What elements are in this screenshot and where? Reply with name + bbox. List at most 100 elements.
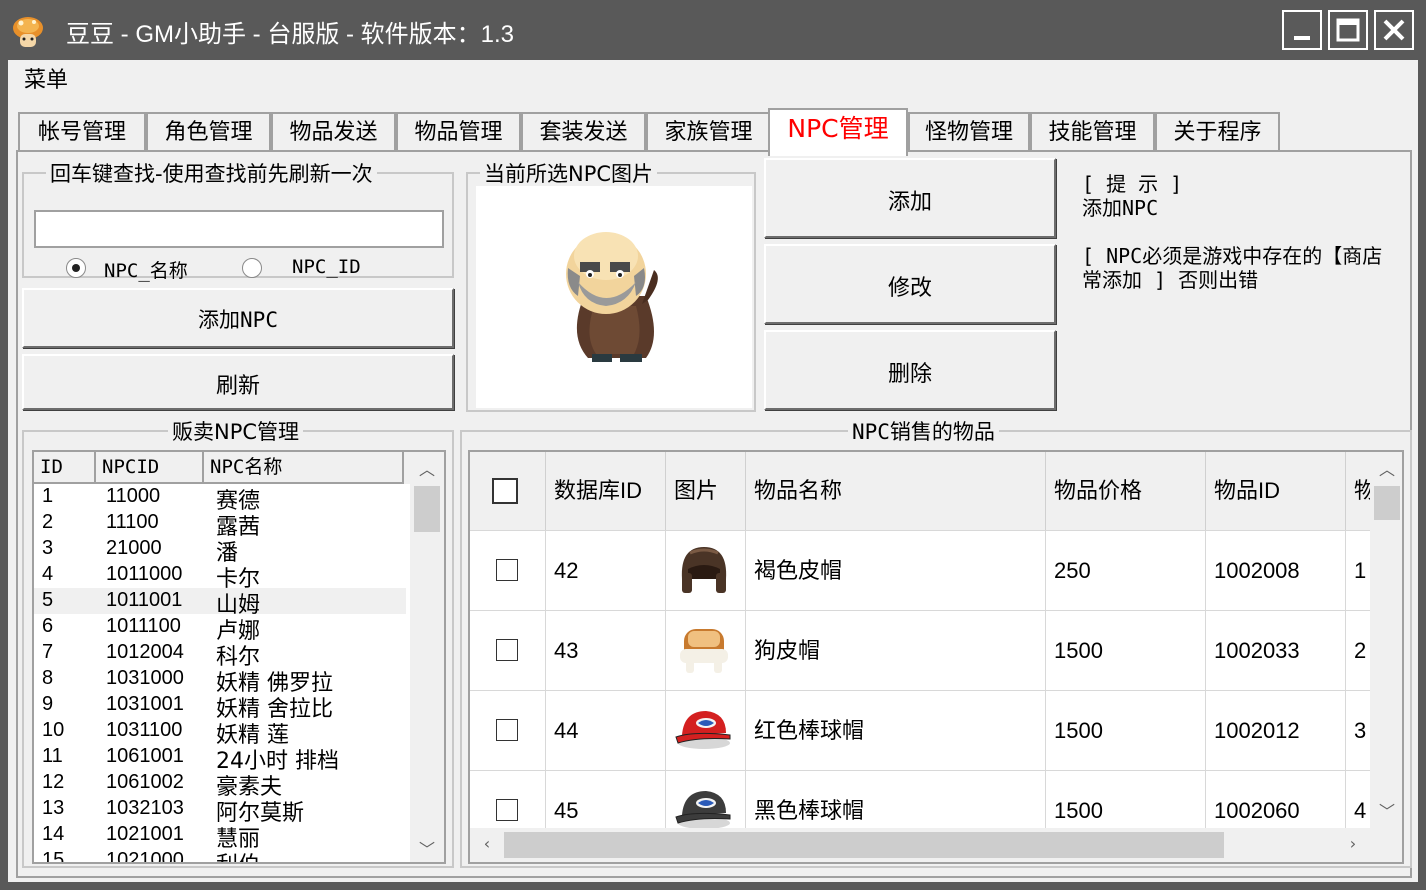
title-bar[interactable]: 豆豆 - GM小助手 - 台服版 - 软件版本：1.3: [0, 0, 1426, 62]
npc-list[interactable]: ID NPCID NPC名称 1 11000 赛德 2 11100 露茜 3 21000 潘 4 1…: [32, 450, 446, 864]
row-checkbox[interactable]: [496, 799, 518, 821]
tab-family[interactable]: 家族管理: [646, 112, 771, 154]
list-item-npcid: 1021001: [106, 823, 184, 845]
list-item-npcid: 11000: [106, 485, 161, 507]
col-header-id[interactable]: ID: [34, 452, 96, 484]
items-grid-vscroll[interactable]: ︿ ﹀: [1370, 452, 1402, 830]
list-item[interactable]: 10 1031100 妖精 莲: [34, 718, 406, 748]
list-item[interactable]: 6 1011100 卢娜: [34, 614, 406, 644]
row-select-cell[interactable]: [470, 531, 546, 611]
npc-picture-box: [476, 186, 752, 408]
list-item-npcid: 11100: [106, 511, 159, 533]
tab-npc[interactable]: NPC管理: [768, 108, 908, 156]
table-row[interactable]: 44 红色棒球帽 1500 1002012 3: [470, 690, 1376, 771]
row-checkbox[interactable]: [496, 719, 518, 741]
list-item[interactable]: 15 1021000 利伯: [34, 847, 406, 864]
cell-item-id: 1002008: [1206, 531, 1346, 611]
cell-item-name: 狗皮帽: [746, 611, 1046, 691]
list-item[interactable]: 14 1021001 慧丽: [34, 822, 406, 852]
radio-npc-id-label[interactable]: NPC_ID: [292, 256, 361, 278]
grid-scroll-down-arrow-icon[interactable]: ﹀: [1372, 798, 1402, 822]
add-button[interactable]: 添加: [764, 158, 1056, 238]
list-item[interactable]: 7 1012004 科尔: [34, 640, 406, 670]
minimize-button[interactable]: [1282, 10, 1322, 50]
list-item-id: 9: [42, 693, 54, 715]
col-header-item-name[interactable]: 物品名称: [746, 452, 1046, 530]
col-header-select-all[interactable]: [470, 452, 546, 530]
tab-item-manage[interactable]: 物品管理: [396, 112, 521, 154]
delete-button[interactable]: 删除: [764, 330, 1056, 410]
tab-set-send[interactable]: 套装发送: [521, 112, 646, 154]
items-grid-hscroll[interactable]: ‹ ›: [470, 828, 1402, 862]
grid-scroll-up-arrow-icon[interactable]: ︿: [1372, 456, 1402, 480]
tab-character[interactable]: 角色管理: [146, 112, 271, 154]
table-row[interactable]: 43 狗皮帽 1500 1002033 2: [470, 610, 1376, 691]
cell-item-name: 红色棒球帽: [746, 691, 1046, 771]
list-item[interactable]: 12 1061002 豪素夫: [34, 770, 406, 800]
tab-account[interactable]: 帐号管理: [18, 112, 146, 154]
search-input[interactable]: [34, 210, 444, 248]
npc-picture-group: 当前所选NPC图片: [466, 158, 756, 412]
close-button[interactable]: [1374, 10, 1414, 50]
tab-item-send[interactable]: 物品发送: [271, 112, 396, 154]
minimize-icon: [1294, 36, 1310, 40]
refresh-button[interactable]: 刷新: [22, 354, 454, 410]
grid-scroll-right-arrow-icon[interactable]: ›: [1338, 834, 1368, 853]
radio-npc-name[interactable]: [66, 258, 86, 278]
scroll-up-arrow-icon[interactable]: ︿: [412, 456, 442, 480]
items-grid-vscroll-thumb[interactable]: [1374, 486, 1400, 520]
list-item-id: 2: [42, 511, 54, 533]
tab-monster[interactable]: 怪物管理: [908, 112, 1030, 154]
list-item[interactable]: 2 11100 露茜: [34, 510, 406, 540]
scroll-down-arrow-icon[interactable]: ﹀: [412, 836, 442, 860]
radio-npc-id[interactable]: [242, 258, 262, 278]
close-icon: [1383, 19, 1405, 41]
col-header-item-price[interactable]: 物品价格: [1046, 452, 1206, 530]
col-header-picture[interactable]: 图片: [666, 452, 746, 530]
add-label: 添加: [887, 190, 932, 215]
list-item[interactable]: 1 11000 赛德: [34, 484, 406, 514]
list-item[interactable]: 4 1011000 卡尔: [34, 562, 406, 592]
brown-leather-hat-icon: [674, 539, 734, 611]
row-checkbox[interactable]: [496, 559, 518, 581]
grid-scroll-left-arrow-icon[interactable]: ‹: [472, 834, 502, 853]
cell-item-id: 1002033: [1206, 611, 1346, 691]
radio-npc-name-label[interactable]: NPC_名称: [104, 256, 188, 283]
add-npc-button[interactable]: 添加NPC: [22, 288, 454, 348]
col-header-npcname[interactable]: NPC名称: [204, 452, 404, 484]
cell-db-id: 44: [546, 691, 666, 771]
maximize-button[interactable]: [1328, 10, 1368, 50]
list-item[interactable]: 3 21000 潘: [34, 536, 406, 566]
col-header-item-id[interactable]: 物品ID: [1206, 452, 1346, 530]
modify-button[interactable]: 修改: [764, 244, 1056, 324]
list-item[interactable]: 5 1011001 山姆: [34, 588, 406, 618]
npc-list-scroll-thumb[interactable]: [414, 486, 440, 532]
cell-item-price: 1500: [1046, 691, 1206, 771]
list-item[interactable]: 13 1032103 阿尔莫斯: [34, 796, 406, 826]
list-item[interactable]: 8 1031000 妖精 佛罗拉: [34, 666, 406, 696]
list-item[interactable]: 9 1031001 妖精 舍拉比: [34, 692, 406, 722]
list-item-npcid: 1021000: [106, 849, 184, 864]
hint-title: [ 提 示 ]: [1082, 172, 1183, 196]
items-grid-hscroll-thumb[interactable]: [504, 832, 1224, 858]
app-window: 豆豆 - GM小助手 - 台服版 - 软件版本：1.3 菜单 帐号管理 角色管理…: [0, 0, 1426, 890]
row-select-cell[interactable]: [470, 691, 546, 771]
tab-about[interactable]: 关于程序: [1155, 112, 1280, 154]
menu-item-menu[interactable]: 菜单: [24, 62, 68, 94]
cell-item-price: 250: [1046, 531, 1206, 611]
npc-list-group: 贩卖NPC管理 ID NPCID NPC名称 1 11000 赛德 2 11100 露茜 3…: [22, 416, 454, 868]
row-checkbox[interactable]: [496, 639, 518, 661]
items-grid[interactable]: 数据库ID 图片 物品名称 物品价格 物品ID 物 42 褐色皮帽 250 10020…: [468, 450, 1404, 864]
dog-fur-hat-icon: [674, 619, 734, 691]
npc-list-vscroll[interactable]: ︿ ﹀: [410, 452, 444, 862]
col-header-npcid[interactable]: NPCID: [96, 452, 204, 484]
row-select-cell[interactable]: [470, 611, 546, 691]
col-header-db-id[interactable]: 数据库ID: [546, 452, 666, 530]
tab-skill[interactable]: 技能管理: [1030, 112, 1155, 154]
cell-item-price: 1500: [1046, 611, 1206, 691]
list-item-npcid: 1012004: [106, 641, 184, 663]
list-item-npcname: 利伯: [216, 847, 260, 862]
select-all-checkbox[interactable]: [492, 478, 518, 504]
list-item[interactable]: 11 1061001 24小时 排档: [34, 744, 406, 774]
table-row[interactable]: 42 褐色皮帽 250 1002008 1: [470, 530, 1376, 611]
